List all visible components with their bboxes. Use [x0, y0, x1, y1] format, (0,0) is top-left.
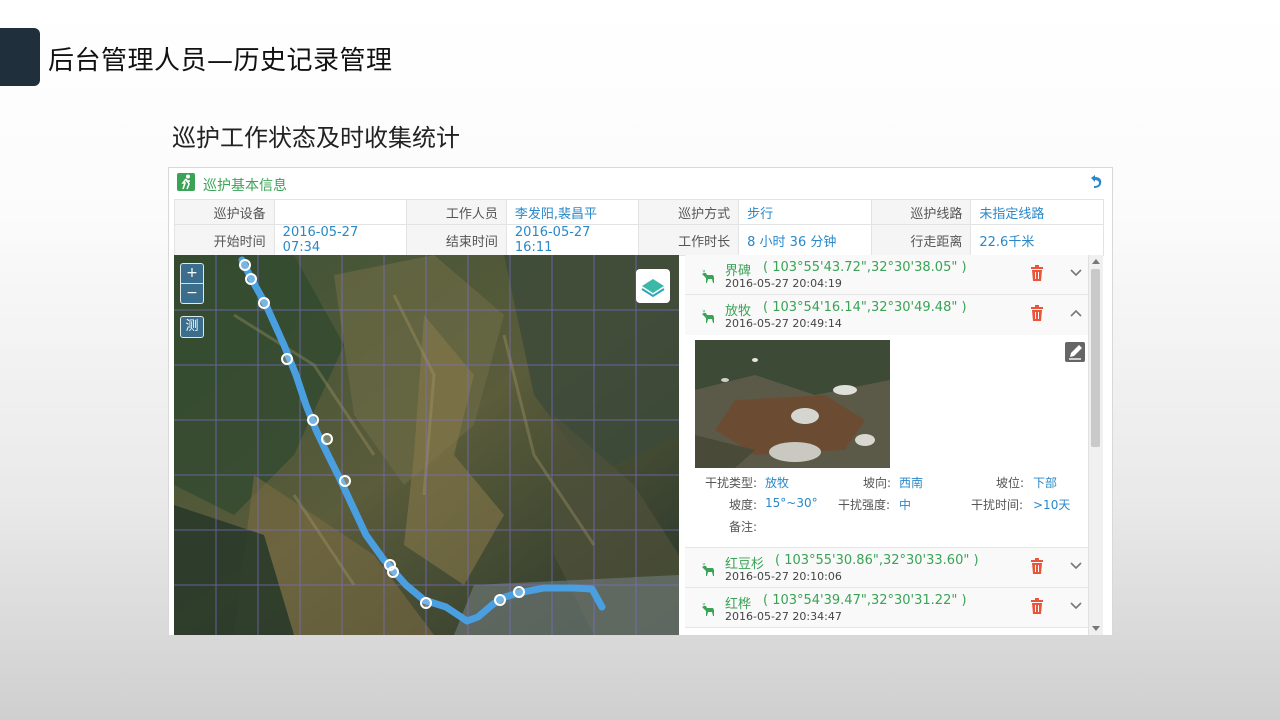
- info-label: 开始时间: [174, 224, 275, 256]
- detail-label: 干扰类型:: [705, 476, 758, 490]
- patrol-person-icon: [177, 173, 195, 191]
- info-label: 工作时长: [638, 224, 740, 256]
- terrain-image: [174, 255, 679, 635]
- record-item-expanded[interactable]: 放牧 ( 103°54'16.14",32°30'49.48" ) 2016-0…: [685, 295, 1088, 548]
- detail-value: 中: [899, 498, 912, 512]
- chevron-down-icon[interactable]: [1070, 269, 1082, 277]
- patrol-panel: 巡护基本信息 巡护设备 工作人员 李发阳,裴昌平 巡护方式 步行 巡护线路 未指…: [168, 167, 1113, 636]
- detail-label: 坡度:: [729, 498, 758, 512]
- slide-title: 后台管理人员—历史记录管理: [48, 46, 393, 76]
- satellite-map[interactable]: + − 测: [174, 255, 679, 635]
- deer-icon: [702, 308, 714, 323]
- slide-subtitle: 巡护工作状态及时收集统计: [172, 124, 460, 152]
- chevron-up-icon[interactable]: [1070, 309, 1082, 317]
- patrol-info-table: 巡护设备 工作人员 李发阳,裴昌平 巡护方式 步行 巡护线路 未指定线路 开始时…: [174, 199, 1104, 256]
- panel-header: 巡护基本信息: [169, 168, 1112, 198]
- deer-icon: [702, 268, 714, 283]
- info-label: 行走距离: [870, 224, 972, 256]
- info-value: [273, 199, 408, 225]
- info-row: 开始时间 2016-05-27 07:34 结束时间 2016-05-27 16…: [174, 224, 1104, 256]
- info-label: 工作人员: [406, 199, 507, 225]
- layers-icon: [641, 279, 665, 298]
- detail-label: 坡位:: [996, 476, 1025, 490]
- detail-value: 15°~30°: [765, 496, 818, 510]
- info-label: 结束时间: [406, 224, 507, 256]
- record-coordinates: ( 103°54'16.14",32°30'49.48" ): [763, 300, 967, 315]
- measure-button[interactable]: 测: [180, 316, 204, 338]
- layer-switch-button[interactable]: [636, 269, 670, 303]
- trash-icon[interactable]: [1030, 265, 1044, 281]
- detail-value: 西南: [899, 476, 924, 490]
- info-value: 步行: [738, 199, 872, 225]
- record-coordinates: ( 103°54'39.47",32°30'31.22" ): [763, 593, 967, 608]
- info-value: 8 小时 36 分钟: [738, 224, 872, 256]
- info-value: 2016-05-27 16:11: [505, 224, 640, 256]
- panel-title: 巡护基本信息: [203, 178, 287, 194]
- record-time: 2016-05-27 20:34:47: [725, 610, 842, 623]
- info-label: 巡护设备: [174, 199, 275, 225]
- record-coordinates: ( 103°55'43.72",32°30'38.05" ): [763, 260, 967, 275]
- record-photo[interactable]: [695, 340, 890, 468]
- scroll-thumb[interactable]: [1091, 269, 1100, 447]
- title-accent-block: [0, 28, 40, 86]
- record-time: 2016-05-27 20:04:19: [725, 277, 842, 290]
- record-item[interactable]: 界碑 ( 103°55'43.72",32°30'38.05" ) 2016-0…: [685, 255, 1088, 295]
- info-value: 2016-05-27 07:34: [273, 224, 408, 256]
- record-time: 2016-05-27 20:49:14: [725, 317, 842, 330]
- trash-icon[interactable]: [1030, 598, 1044, 614]
- record-list-scrollbar[interactable]: [1088, 255, 1103, 635]
- info-label: 巡护线路: [870, 199, 972, 225]
- detail-label: 干扰时间:: [971, 498, 1024, 512]
- scroll-down-arrow[interactable]: [1092, 626, 1100, 631]
- info-value: 22.6千米: [970, 224, 1104, 256]
- info-value: 未指定线路: [970, 199, 1104, 225]
- info-value: 李发阳,裴昌平: [505, 199, 640, 225]
- edit-icon[interactable]: [1064, 341, 1086, 363]
- back-icon[interactable]: [1088, 174, 1104, 190]
- detail-value: 下部: [1033, 476, 1058, 490]
- deer-icon: [702, 561, 714, 576]
- record-item[interactable]: 红桦 ( 103°54'39.47",32°30'31.22" ) 2016-0…: [685, 588, 1088, 628]
- deer-icon: [702, 601, 714, 616]
- record-list: 界碑 ( 103°55'43.72",32°30'38.05" ) 2016-0…: [685, 255, 1088, 635]
- chevron-down-icon[interactable]: [1070, 602, 1082, 610]
- chevron-down-icon[interactable]: [1070, 562, 1082, 570]
- detail-label: 备注:: [729, 520, 758, 534]
- record-coordinates: ( 103°55'30.86",32°30'33.60" ): [775, 553, 979, 568]
- detail-label: 坡向:: [863, 476, 892, 490]
- record-item[interactable]: 红豆杉 ( 103°55'30.86",32°30'33.60" ) 2016-…: [685, 548, 1088, 588]
- trash-icon[interactable]: [1030, 305, 1044, 321]
- zoom-in-button[interactable]: +: [181, 264, 203, 283]
- detail-value: 放牧: [765, 476, 790, 490]
- detail-value: >10天: [1033, 498, 1071, 512]
- zoom-out-button[interactable]: −: [181, 284, 203, 303]
- info-row: 巡护设备 工作人员 李发阳,裴昌平 巡护方式 步行 巡护线路 未指定线路: [174, 199, 1104, 225]
- record-time: 2016-05-27 20:10:06: [725, 570, 842, 583]
- zoom-control: + −: [180, 263, 204, 304]
- scroll-up-arrow[interactable]: [1092, 259, 1100, 264]
- trash-icon[interactable]: [1030, 558, 1044, 574]
- detail-label: 干扰强度:: [838, 498, 891, 512]
- info-label: 巡护方式: [638, 199, 740, 225]
